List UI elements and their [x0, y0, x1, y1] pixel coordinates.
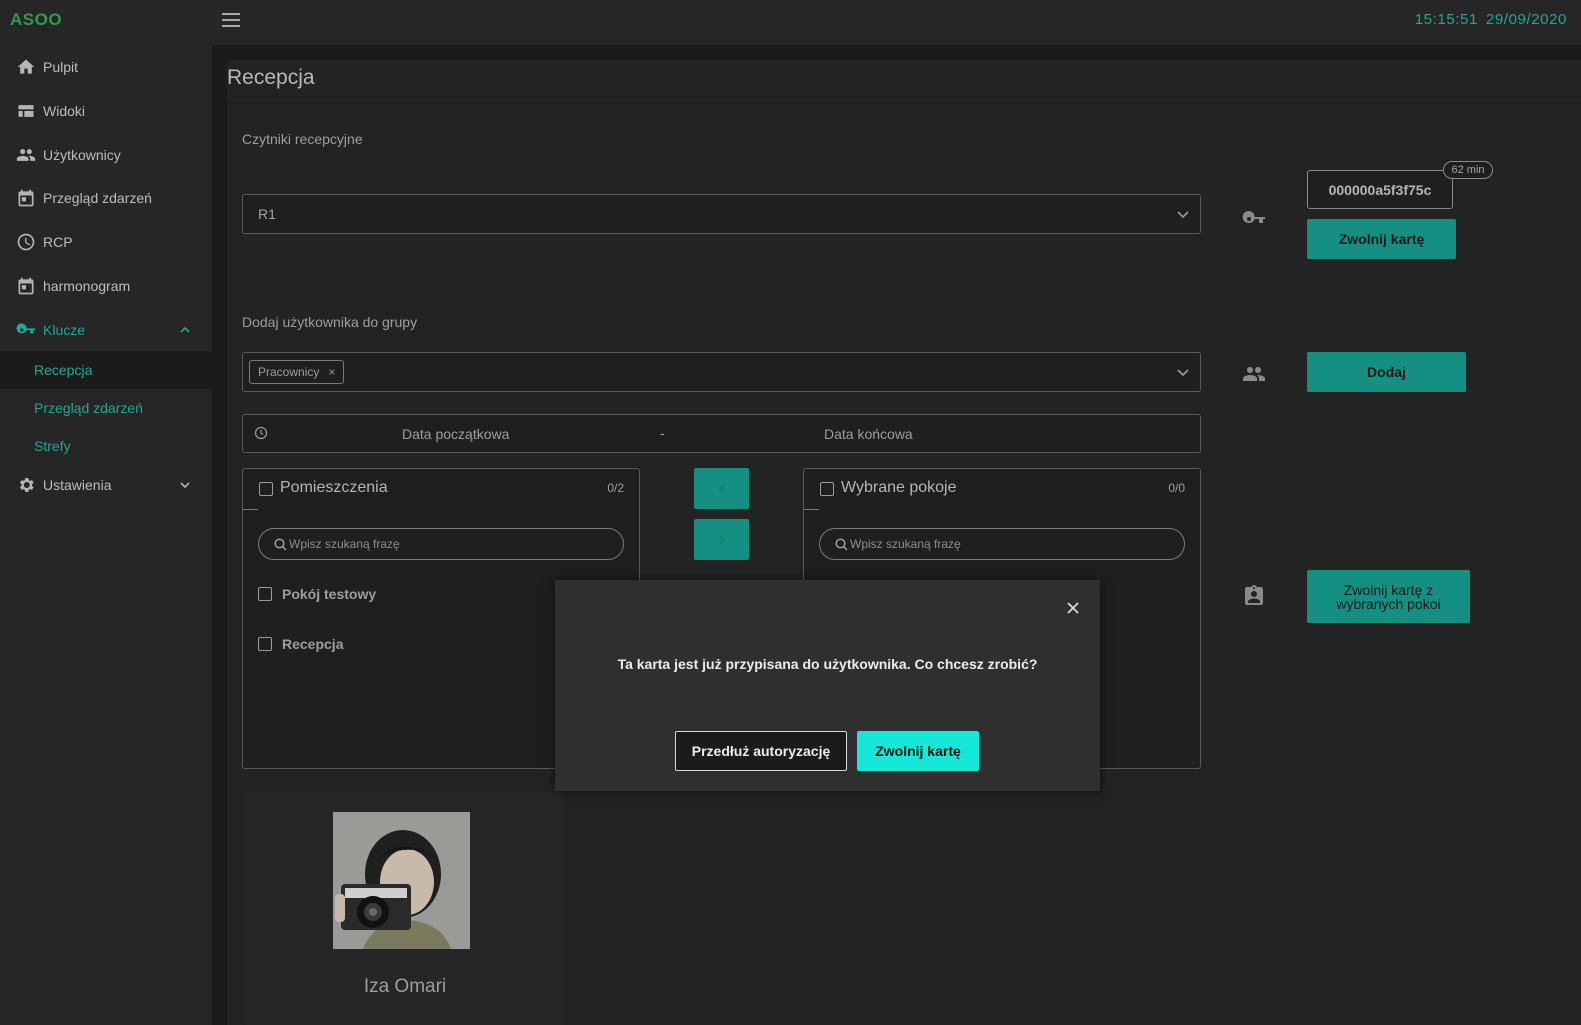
- sidebar-subitem-strefy[interactable]: Strefy: [0, 427, 212, 465]
- list-item[interactable]: Recepcja: [258, 636, 343, 652]
- chevron-up-icon: [178, 323, 192, 337]
- room-label: Recepcja: [282, 636, 344, 652]
- people-icon: [1242, 362, 1266, 386]
- room-label: Pokój testowy: [282, 586, 377, 602]
- move-left-button[interactable]: [694, 468, 749, 509]
- sidebar-item-pulpit[interactable]: Pulpit: [0, 47, 212, 87]
- rooms-panel-count: 0/2: [607, 481, 624, 495]
- search-placeholder: Wpisz szukaną frazę: [850, 537, 961, 551]
- sidebar-item-klucze[interactable]: Klucze: [0, 310, 212, 350]
- sidebar-item-ustawienia[interactable]: Ustawienia: [0, 465, 212, 505]
- clock-icon: [16, 232, 36, 252]
- dialog-message: Ta karta jest już przypisana do użytkown…: [617, 656, 1038, 672]
- search-icon: [274, 538, 287, 551]
- sidebar-item-uzytkownicy[interactable]: Użytkownicy: [0, 135, 212, 175]
- badge-icon: [1242, 584, 1266, 608]
- chevron-right-icon: [718, 534, 725, 545]
- list-item[interactable]: Pokój testowy: [258, 586, 376, 602]
- group-label: Dodaj użytkownika do grupy: [242, 314, 418, 330]
- group-tag: Pracownicy ×: [249, 360, 345, 384]
- date-separator: -: [660, 425, 665, 441]
- release-card-button[interactable]: Zwolnij kartę: [1307, 219, 1456, 259]
- card-code-field: 000000a5f3f75c: [1307, 170, 1453, 209]
- close-icon[interactable]: [1067, 601, 1079, 614]
- room-checkbox[interactable]: [258, 637, 272, 651]
- search-icon: [835, 538, 848, 551]
- people-icon: [16, 145, 36, 165]
- sidebar-item-label: Przegląd zdarzeń: [43, 190, 152, 206]
- selected-rooms-panel-count: 0/0: [1168, 481, 1185, 495]
- sidebar-item-label: RCP: [43, 234, 73, 250]
- calendar-icon: [16, 188, 36, 208]
- divider: [227, 103, 1581, 104]
- release-card-confirm-button[interactable]: Zwolnij kartę: [857, 731, 979, 771]
- divider: [804, 509, 819, 510]
- avatar: [333, 812, 470, 949]
- date-start-input[interactable]: Data początkowa: [402, 426, 509, 442]
- gear-icon: [16, 475, 36, 495]
- sidebar-subitem-przeglad-zdarzen[interactable]: Przegląd zdarzeń: [0, 389, 212, 427]
- key-icon: [16, 320, 36, 340]
- select-all-checkbox[interactable]: [259, 482, 273, 496]
- date-range-picker[interactable]: Data początkowa - Data końcowa: [242, 414, 1201, 453]
- sidebar-item-label: Ustawienia: [43, 477, 112, 493]
- rooms-search-input[interactable]: Wpisz szukaną frazę: [258, 528, 624, 560]
- key-icon: [1242, 207, 1266, 231]
- chevron-down-icon: [178, 478, 192, 492]
- sidebar-item-widoki[interactable]: Widoki: [0, 91, 212, 131]
- view-quilt-icon: [16, 101, 36, 121]
- home-icon: [16, 57, 36, 77]
- clock: 15:15:51 29/09/2020: [1407, 11, 1567, 28]
- confirm-dialog: Ta karta jest już przypisana do użytkown…: [555, 580, 1100, 791]
- extend-authorization-button[interactable]: Przedłuż autoryzację: [675, 731, 847, 771]
- user-card: Iza Omari: [245, 792, 565, 1025]
- release-rooms-button[interactable]: Zwolnij kartę z wybranych pokoi: [1307, 570, 1470, 623]
- search-placeholder: Wpisz szukaną frazę: [289, 537, 400, 551]
- move-right-button[interactable]: [694, 519, 749, 560]
- hamburger-menu-icon[interactable]: [221, 10, 241, 30]
- reader-value: R1: [258, 206, 276, 222]
- selected-rooms-panel-title: Wybrane pokoje: [841, 479, 957, 496]
- sidebar-item-label: Pulpit: [43, 59, 79, 75]
- chevron-left-icon: [718, 483, 725, 494]
- date-end-input[interactable]: Data końcowa: [824, 426, 913, 442]
- user-name: Iza Omari: [363, 976, 447, 997]
- chevron-down-icon: [1176, 207, 1190, 221]
- rooms-panel-title: Pomieszczenia: [280, 479, 388, 496]
- select-all-checkbox[interactable]: [820, 482, 834, 496]
- add-button[interactable]: Dodaj: [1307, 352, 1466, 392]
- sidebar-item-harmonogram[interactable]: harmonogram: [0, 266, 212, 306]
- page-title: Recepcja: [227, 66, 315, 89]
- readers-label: Czytniki recepcyjne: [242, 131, 363, 147]
- reader-select[interactable]: R1: [242, 194, 1201, 234]
- sidebar-item-label: Klucze: [43, 322, 86, 338]
- clock-icon: [254, 426, 268, 440]
- sidebar: ASOO Pulpit Widoki Użytkownicy Przegląd …: [0, 0, 212, 1025]
- clock-time: 15:15:51: [1414, 11, 1478, 28]
- sidebar-item-label: Widoki: [43, 103, 86, 119]
- clock-date: 29/09/2020: [1485, 11, 1567, 28]
- top-bar: 15:15:51 29/09/2020: [212, 0, 1581, 45]
- sidebar-item-rcp[interactable]: RCP: [0, 222, 212, 262]
- calendar-icon: [16, 276, 36, 296]
- app-logo: ASOO: [10, 10, 63, 29]
- room-checkbox[interactable]: [258, 587, 272, 601]
- chevron-down-icon: [1176, 365, 1190, 379]
- selected-rooms-search-input[interactable]: Wpisz szukaną frazę: [819, 528, 1185, 560]
- group-tag-label: Pracownicy: [258, 365, 320, 379]
- sidebar-item-label: harmonogram: [43, 278, 131, 294]
- divider: [243, 509, 258, 510]
- group-select[interactable]: Pracownicy ×: [242, 352, 1201, 392]
- card-time-badge: 62 min: [1443, 161, 1493, 179]
- sidebar-item-przeglad-zdarzen[interactable]: Przegląd zdarzeń: [0, 178, 212, 218]
- main-content: Recepcja Czytniki recepcyjne R1 000000a5…: [227, 60, 1581, 1025]
- sidebar-subitem-recepcja[interactable]: Recepcja: [0, 351, 212, 389]
- tag-remove-icon[interactable]: ×: [328, 365, 335, 379]
- sidebar-item-label: Użytkownicy: [43, 147, 121, 163]
